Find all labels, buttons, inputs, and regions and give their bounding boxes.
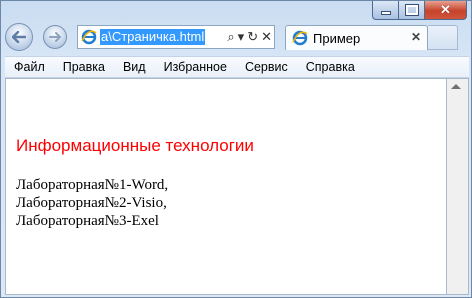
back-arrow-icon [12,31,26,43]
navigation-bar: a\Страничка.html ⌕ ▾ ↻ ✕ Пример ✕ [5,23,469,51]
stop-icon[interactable]: ✕ [261,29,272,45]
forward-arrow-icon [49,32,61,42]
menu-file[interactable]: Файл [5,57,54,77]
list-item: Лабораторная№3-Exel [16,213,159,229]
ie-logo-icon [81,29,97,45]
page-heading: Информационные технологии [16,136,254,155]
tab-close-icon[interactable]: ✕ [411,30,421,44]
menu-favorites[interactable]: Избранное [155,57,236,77]
menu-tools[interactable]: Сервис [236,57,297,77]
chevron-down-icon[interactable]: ▾ [238,29,245,45]
menu-bar: Файл Правка Вид Избранное Сервис Справка [5,56,469,78]
vertical-scrollbar[interactable] [447,78,469,295]
ie-logo-icon [292,30,308,46]
refresh-icon[interactable]: ↻ [247,29,258,45]
address-bar[interactable]: a\Страничка.html ⌕ ▾ ↻ ✕ [77,25,275,49]
close-icon: ✕ [440,2,451,17]
search-icon[interactable]: ⌕ [227,29,234,45]
page-content: Информационные технологии Лабораторная№1… [5,78,447,295]
menu-edit[interactable]: Правка [54,57,114,77]
tab-primer[interactable]: Пример ✕ [285,25,428,50]
list-item: Лабораторная№2-Visio, [16,195,167,211]
back-button[interactable] [5,23,33,51]
address-text[interactable]: a\Страничка.html [100,29,206,45]
close-window-button[interactable]: ✕ [424,1,467,20]
list-item: Лабораторная№1-Word, [16,177,169,193]
menu-help[interactable]: Справка [297,57,364,77]
scroll-up-icon[interactable] [451,84,461,89]
maximize-icon [404,4,419,16]
address-tools: ⌕ ▾ ↻ ✕ [227,29,272,45]
forward-button[interactable] [43,25,67,49]
lab-list: Лабораторная№1-Word, Лабораторная№2-Visi… [16,176,168,230]
minimize-icon [380,11,391,15]
minimize-button[interactable] [372,1,398,20]
caption-buttons: ✕ [372,1,467,21]
maximize-button[interactable] [398,1,424,20]
new-tab-button[interactable] [428,25,458,50]
browser-window: ✕ a\Страничка.html ⌕ ▾ ↻ ✕ Пример ✕ Файл [0,0,472,298]
menu-view[interactable]: Вид [114,57,155,77]
tab-label: Пример [313,31,361,46]
